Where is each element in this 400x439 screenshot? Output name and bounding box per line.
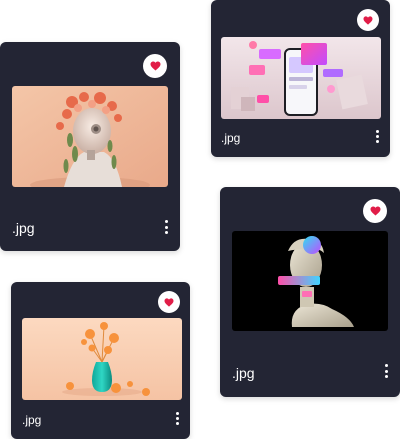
image-thumbnail[interactable]: [221, 37, 381, 119]
image-card[interactable]: .jpg: [211, 0, 390, 157]
more-options-button[interactable]: [372, 130, 382, 143]
image-thumbnail[interactable]: [12, 86, 168, 187]
kebab-menu-icon: [175, 412, 179, 415]
favorite-button[interactable]: [363, 199, 387, 223]
file-name: .jpg: [22, 413, 42, 427]
heart-icon: [164, 297, 174, 307]
favorite-button[interactable]: [143, 54, 167, 78]
favorite-button[interactable]: [158, 291, 180, 313]
favorite-button[interactable]: [357, 9, 379, 31]
image-thumbnail[interactable]: [22, 318, 182, 400]
image-card[interactable]: .jpg: [0, 42, 180, 251]
heart-icon: [363, 15, 373, 25]
file-name: .jpg: [232, 365, 255, 381]
heart-icon: [150, 61, 160, 71]
kebab-menu-icon: [384, 364, 388, 367]
file-name: .jpg: [221, 131, 241, 145]
heart-icon: [370, 206, 380, 216]
image-card[interactable]: .jpg: [220, 187, 400, 397]
kebab-menu-icon: [164, 220, 168, 223]
more-options-button[interactable]: [172, 412, 182, 425]
file-name: .jpg: [12, 220, 35, 236]
more-options-button[interactable]: [381, 364, 391, 378]
image-thumbnail[interactable]: [232, 231, 388, 331]
image-card[interactable]: .jpg: [11, 282, 190, 439]
kebab-menu-icon: [375, 130, 379, 133]
more-options-button[interactable]: [161, 220, 171, 234]
